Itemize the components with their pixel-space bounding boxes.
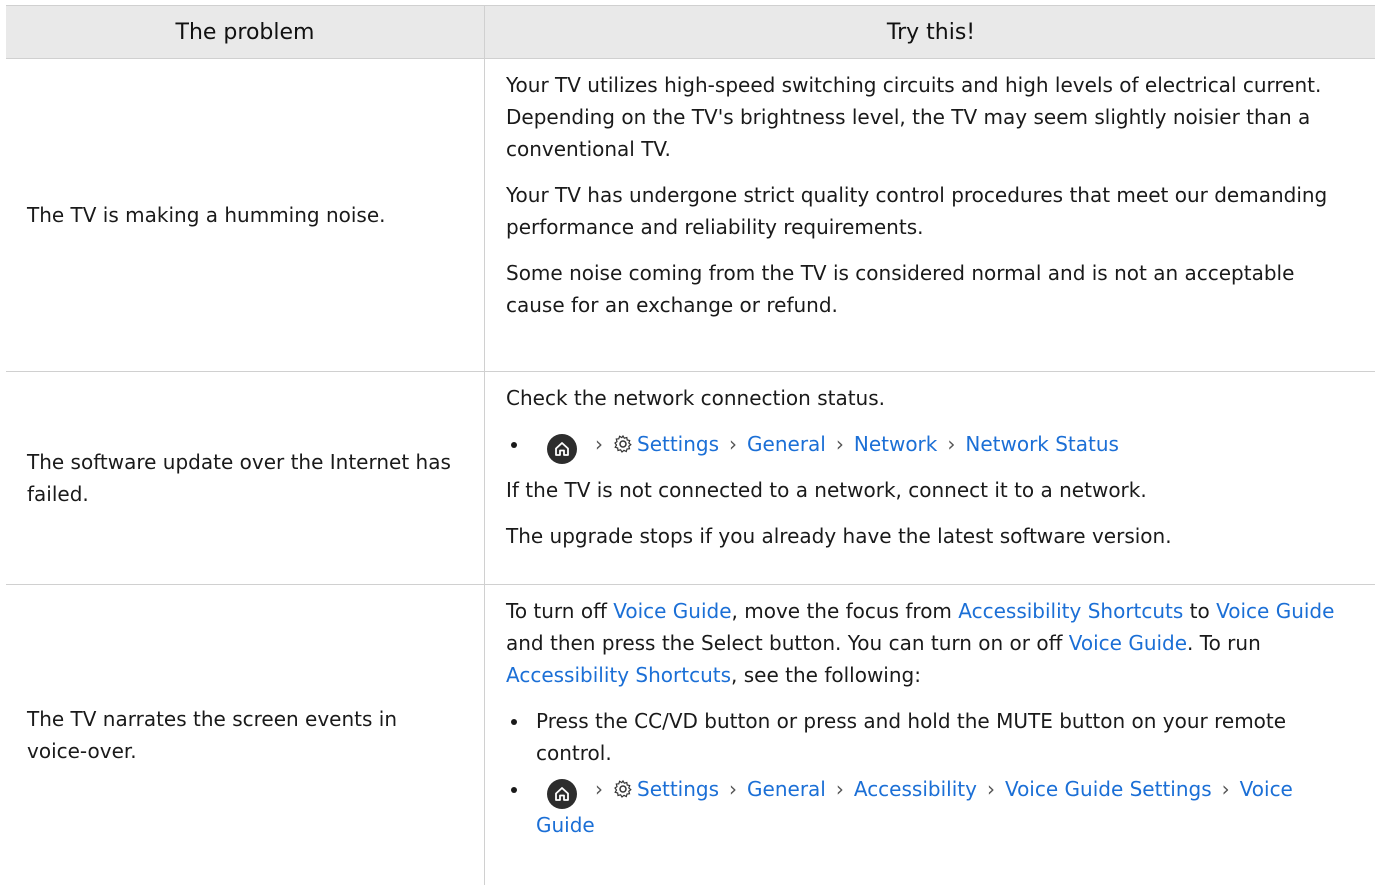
menu-path: › Settings › General › Network › Network Status: [536, 428, 1347, 464]
table-row: The TV narrates the screen events in voi…: [6, 585, 1375, 885]
menu-voice-guide-settings[interactable]: Voice Guide Settings: [1005, 777, 1212, 801]
bullet: [506, 773, 536, 841]
text-run: . To run: [1187, 631, 1261, 655]
text-run: and then press the Select button. You ca…: [506, 631, 1069, 655]
chevron-right-icon: ›: [1221, 777, 1230, 801]
solution-paragraph: Check the network connection status.: [506, 386, 886, 410]
chevron-right-icon: ›: [835, 777, 844, 801]
solution-paragraph: If the TV is not connected to a network,…: [506, 478, 1147, 502]
solution-paragraph: The upgrade stops if you already have th…: [506, 524, 1172, 548]
menu-general[interactable]: General: [747, 432, 826, 456]
troubleshooting-table: The problem Try this! The TV is making a…: [6, 5, 1375, 885]
table-row: The software update over the Internet ha…: [6, 372, 1375, 585]
link-voice-guide[interactable]: Voice Guide: [1069, 631, 1187, 655]
header-solution: Try this!: [886, 19, 976, 45]
menu-general[interactable]: General: [747, 777, 826, 801]
bullet: [506, 705, 536, 769]
chevron-right-icon: ›: [595, 432, 603, 456]
link-accessibility-shortcuts[interactable]: Accessibility Shortcuts: [506, 663, 731, 687]
bullet-text: Press the CC/VD button or press and hold…: [536, 709, 1287, 765]
text-run: to: [1183, 599, 1217, 623]
problem-cell: The TV narrates the screen events in voi…: [6, 585, 485, 885]
menu-path-bullet: › Settings › General › Network › Network Status: [506, 428, 1347, 464]
link-voice-guide[interactable]: Voice Guide: [1216, 599, 1334, 623]
menu-settings[interactable]: Settings: [637, 432, 719, 456]
menu-path: › Settings › General › Accessibility › Voice Gu…: [536, 773, 1347, 841]
chevron-right-icon: ›: [986, 777, 995, 801]
solution-cell: Check the network connection status. › Se…: [485, 372, 1375, 584]
table-row: The TV is making a humming noise. Your T…: [6, 59, 1375, 372]
link-voice-guide[interactable]: Voice Guide: [613, 599, 731, 623]
chevron-right-icon: ›: [729, 432, 738, 456]
text-run: , move the focus from: [731, 599, 959, 623]
chevron-right-icon: ›: [947, 432, 956, 456]
solution-cell: Your TV utilizes high-speed switching ci…: [485, 59, 1375, 371]
bullet: [506, 428, 536, 464]
table-header: The problem Try this!: [6, 5, 1375, 59]
chevron-right-icon: ›: [729, 777, 738, 801]
solution-paragraph: Your TV has undergone strict quality con…: [506, 183, 1328, 239]
problem-cell: The software update over the Internet ha…: [6, 372, 485, 584]
menu-network-status[interactable]: Network Status: [965, 432, 1119, 456]
gear-icon: [614, 434, 632, 453]
menu-accessibility[interactable]: Accessibility: [854, 777, 977, 801]
link-accessibility-shortcuts[interactable]: Accessibility Shortcuts: [958, 599, 1183, 623]
menu-settings[interactable]: Settings: [637, 777, 719, 801]
text-run: To turn off: [506, 599, 614, 623]
solution-cell: To turn off Voice Guide, move the focus …: [485, 585, 1375, 885]
header-problem: The problem: [6, 6, 485, 58]
solution-paragraph: To turn off Voice Guide, move the focus …: [506, 595, 1347, 691]
menu-path-bullet: › Settings › General › Accessibility › Voice Gu…: [506, 773, 1347, 841]
instruction-bullet: Press the CC/VD button or press and hold…: [506, 705, 1347, 769]
chevron-right-icon: ›: [595, 777, 603, 801]
menu-network[interactable]: Network: [854, 432, 938, 456]
chevron-right-icon: ›: [835, 432, 844, 456]
solution-paragraph: Your TV utilizes high-speed switching ci…: [506, 73, 1322, 161]
text-run: , see the following:: [731, 663, 921, 687]
gear-icon: [614, 779, 632, 798]
problem-cell: The TV is making a humming noise.: [6, 59, 485, 371]
home-icon[interactable]: [547, 779, 577, 809]
home-icon[interactable]: [547, 434, 577, 464]
solution-paragraph: Some noise coming from the TV is conside…: [506, 261, 1295, 317]
